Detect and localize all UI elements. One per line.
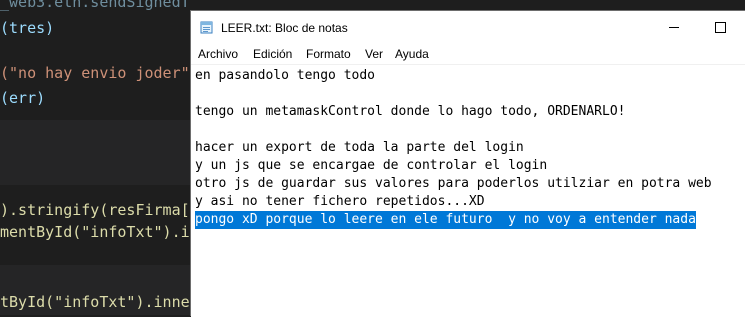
selected-text-line: pongo xD porque lo leere en ele futuro y… (195, 211, 696, 229)
text-line: y un js que se encargae de controlar el … (195, 158, 548, 173)
code-line[interactable]: tById("infoTxt").inne (0, 292, 190, 312)
menu-archivo[interactable]: Archivo (198, 47, 238, 61)
code-editor-background: _web3.eth.sendSignedTransaction(resFirma… (0, 0, 192, 315)
text-line: otro js de guardar sus valores para pode… (195, 176, 712, 191)
menu-formato[interactable]: Formato (306, 47, 351, 61)
code-line[interactable]: (err) (0, 88, 45, 108)
code-line[interactable]: ("no hay envio joder" (0, 63, 190, 83)
code-line[interactable]: ).stringify(resFirma[ (0, 200, 190, 220)
code-line[interactable]: mentById("infoTxt").in (0, 222, 192, 242)
notepad-icon (200, 21, 213, 34)
code-line[interactable]: (tres) (0, 18, 54, 38)
menu-edicion[interactable]: Edición (253, 47, 292, 61)
notepad-window: LEER.txt: Bloc de notas Archivo Edición … (190, 10, 745, 317)
text-editor-area[interactable]: en pasandolo tengo todo tengo un metamas… (191, 64, 745, 317)
menu-bar: Archivo Edición Formato Ver Ayuda (191, 44, 745, 64)
menu-ayuda[interactable]: Ayuda (395, 47, 429, 61)
text-line: en pasandolo tengo todo (195, 68, 376, 83)
text-line: hacer un export de toda la parte del log… (195, 140, 524, 155)
maximize-icon (714, 22, 726, 33)
window-title: LEER.txt: Bloc de notas (221, 21, 348, 35)
text-line: tengo un metamaskControl donde lo hago t… (195, 104, 626, 119)
minimize-button[interactable] (651, 11, 697, 44)
editor-region (0, 120, 192, 185)
menu-ver[interactable]: Ver (365, 47, 383, 61)
title-bar[interactable]: LEER.txt: Bloc de notas (191, 11, 745, 44)
minimize-icon (669, 27, 679, 28)
text-line: y asi no tener fichero repetidos...XD (195, 194, 485, 209)
code-line[interactable]: _web3.eth.sendSignedTransaction(resFirma… (0, 0, 192, 12)
maximize-button[interactable] (697, 11, 743, 44)
